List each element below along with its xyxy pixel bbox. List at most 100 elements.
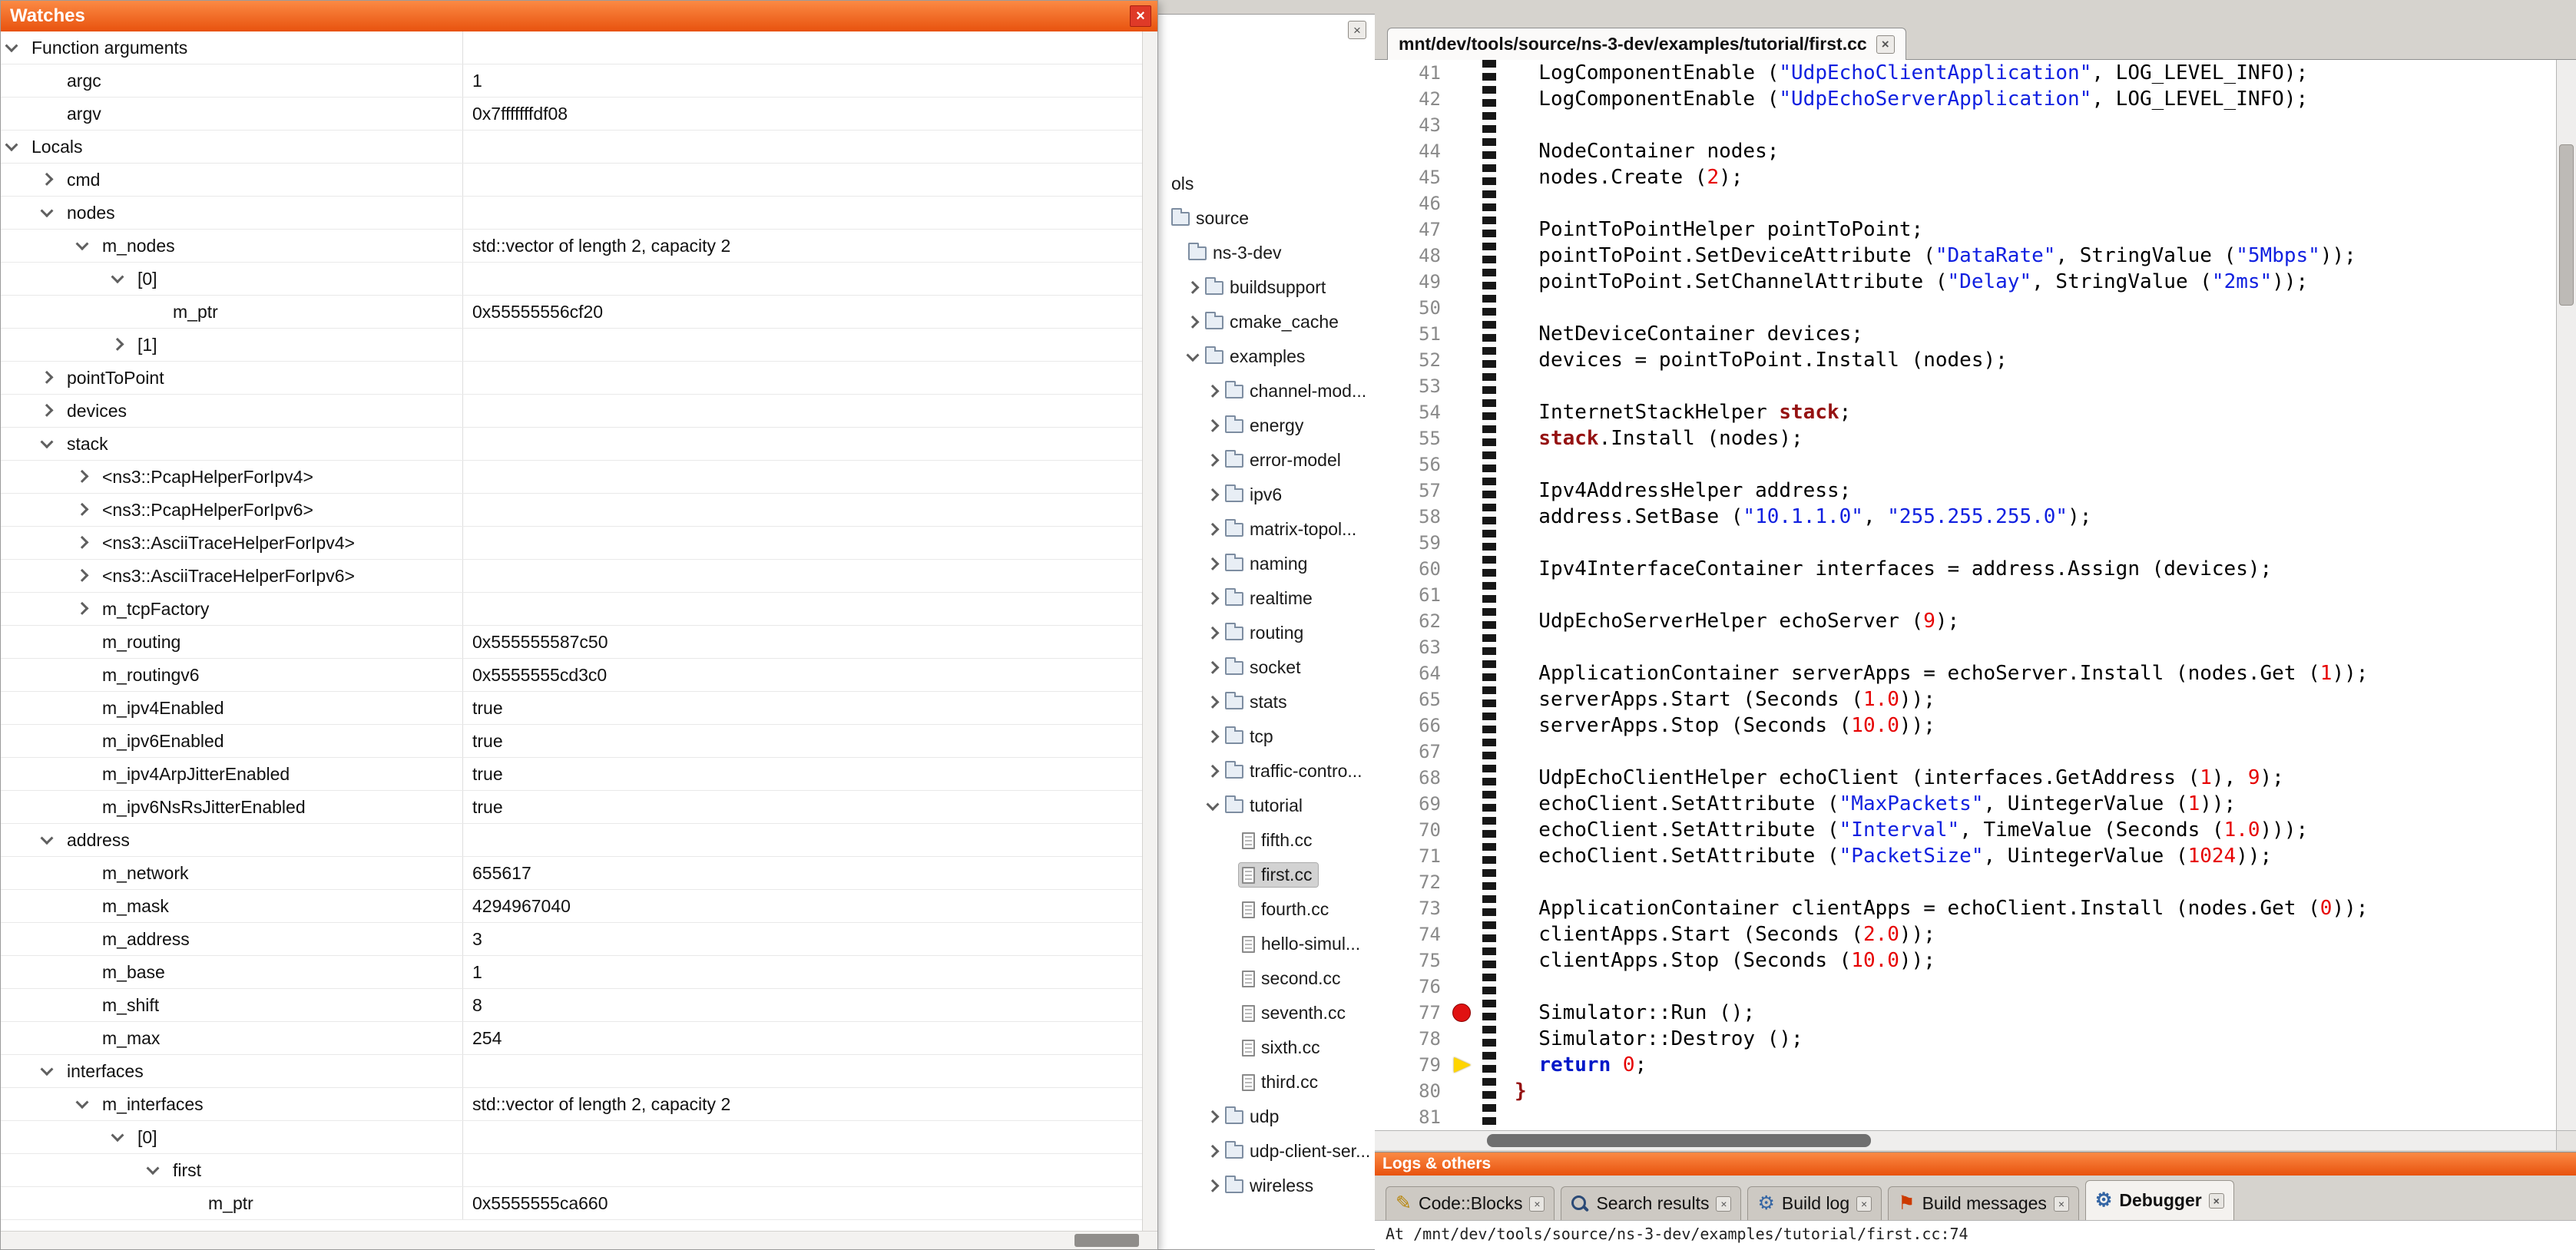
breakpoint-margin[interactable] (1449, 947, 1476, 974)
breakpoint-margin[interactable] (1449, 243, 1476, 269)
expand-icon[interactable] (1207, 522, 1220, 535)
tree-item-row[interactable]: cmake_cache (1202, 310, 1345, 334)
breakpoint-margin[interactable] (1449, 217, 1476, 243)
editor-horizontal-scrollbar[interactable] (1375, 1130, 2556, 1150)
tree-item[interactable]: tcp (1157, 719, 1376, 754)
tree-item-row[interactable]: first.cc (1239, 863, 1318, 887)
tree-item-row[interactable]: ns-3-dev (1185, 241, 1287, 265)
tab-search-results[interactable]: Search results× (1561, 1186, 1741, 1220)
tab-code-blocks[interactable]: ✎Code::Blocks× (1386, 1186, 1555, 1220)
tree-expander[interactable] (1205, 452, 1222, 469)
breakpoint-margin[interactable] (1449, 582, 1476, 608)
collapse-icon[interactable] (5, 138, 18, 151)
tab-debugger[interactable]: ⚙Debugger× (2085, 1180, 2234, 1220)
tree-expander[interactable] (1205, 383, 1222, 400)
tree-item-row[interactable]: stats (1222, 690, 1293, 714)
breakpoint-margin[interactable] (1449, 974, 1476, 1000)
watch-row[interactable]: <ns3::AsciiTraceHelperForIpv6> (1, 560, 1142, 593)
expand-icon[interactable] (1207, 418, 1220, 432)
breakpoint-margin[interactable] (1449, 634, 1476, 660)
collapse-icon[interactable] (1187, 349, 1200, 362)
tree-item[interactable]: source (1157, 201, 1376, 236)
watch-row[interactable]: pointToPoint (1, 362, 1142, 395)
expand-icon[interactable] (1207, 453, 1220, 466)
tree-item-row[interactable]: second.cc (1239, 967, 1347, 990)
tree-item[interactable]: udp-client-ser... (1157, 1134, 1376, 1169)
close-icon[interactable]: × (1529, 1196, 1545, 1212)
tree-item[interactable]: routing (1157, 616, 1376, 650)
tab-build-messages[interactable]: ⚑Build messages× (1888, 1186, 2079, 1220)
watch-row[interactable]: nodes (1, 197, 1142, 230)
watch-row[interactable]: m_network655617 (1, 857, 1142, 890)
breakpoint-margin[interactable] (1449, 530, 1476, 556)
tree-expander[interactable] (1185, 314, 1202, 331)
tree-item[interactable]: channel-mod... (1157, 374, 1376, 408)
watch-row[interactable]: [1] (1, 329, 1142, 362)
collapse-icon[interactable] (1207, 798, 1220, 811)
watch-row[interactable]: address (1, 824, 1142, 857)
watch-row[interactable]: argc1 (1, 64, 1142, 98)
tree-item-row[interactable]: udp-client-ser... (1222, 1139, 1376, 1163)
watches-title-bar[interactable]: Watches × (1, 1, 1157, 31)
tree-expander[interactable] (1205, 1143, 1222, 1160)
collapse-icon[interactable] (147, 1162, 160, 1175)
tree-item[interactable]: fourth.cc (1157, 892, 1376, 927)
breakpoint-margin[interactable] (1449, 190, 1476, 217)
tree-item-row[interactable]: ipv6 (1222, 483, 1288, 507)
breakpoint-margin[interactable] (1449, 608, 1476, 634)
collapse-icon[interactable] (111, 1129, 124, 1142)
breakpoint-margin[interactable] (1449, 478, 1476, 504)
close-icon[interactable]: × (1856, 1196, 1872, 1212)
tree-item-row[interactable]: sixth.cc (1239, 1036, 1326, 1060)
tab-build-log[interactable]: ⚙Build log× (1747, 1186, 1882, 1220)
collapse-icon[interactable] (76, 1096, 89, 1109)
expand-icon[interactable] (76, 503, 89, 516)
scrollbar-thumb[interactable] (1074, 1234, 1139, 1247)
tree-item-row[interactable]: udp (1222, 1105, 1285, 1129)
watch-row[interactable]: first (1, 1154, 1142, 1187)
watch-row[interactable]: m_mask4294967040 (1, 890, 1142, 923)
tree-expander[interactable] (1205, 763, 1222, 780)
collapse-icon[interactable] (41, 435, 54, 448)
tree-item-row[interactable]: tcp (1222, 725, 1280, 749)
tree-item[interactable]: error-model (1157, 443, 1376, 478)
close-icon[interactable]: × (1716, 1196, 1731, 1212)
tree-expander[interactable] (1205, 521, 1222, 538)
breakpoint-margin[interactable] (1449, 817, 1476, 843)
tree-item-row[interactable]: seventh.cc (1239, 1001, 1352, 1025)
breakpoint-margin[interactable] (1449, 373, 1476, 399)
breakpoint-margin[interactable] (1449, 921, 1476, 947)
expand-icon[interactable] (76, 536, 89, 549)
expand-icon[interactable] (1187, 280, 1200, 293)
breakpoint-margin[interactable] (1449, 1026, 1476, 1052)
watch-row[interactable]: [0] (1, 263, 1142, 296)
close-icon[interactable]: × (2054, 1196, 2069, 1212)
tree-item-row[interactable]: ols (1168, 172, 1200, 196)
tree-item-row[interactable]: examples (1202, 345, 1311, 369)
tree-item[interactable]: realtime (1157, 581, 1376, 616)
tree-item[interactable]: fifth.cc (1157, 823, 1376, 858)
breakpoint-margin[interactable] (1449, 321, 1476, 347)
watch-row[interactable]: Function arguments (1, 31, 1142, 64)
tree-item-row[interactable]: traffic-contro... (1222, 759, 1369, 783)
tree-item[interactable]: second.cc (1157, 961, 1376, 996)
tree-item[interactable]: ipv6 (1157, 478, 1376, 512)
breakpoint-margin[interactable] (1449, 1052, 1476, 1078)
tree-expander[interactable] (1205, 694, 1222, 711)
breakpoint-margin[interactable] (1449, 1078, 1476, 1104)
watch-row[interactable]: <ns3::PcapHelperForIpv6> (1, 494, 1142, 527)
tree-item[interactable]: energy (1157, 408, 1376, 443)
watch-row[interactable]: interfaces (1, 1055, 1142, 1088)
watch-row[interactable]: m_ipv4ArpJitterEnabledtrue (1, 758, 1142, 791)
expand-icon[interactable] (1207, 557, 1220, 570)
expand-icon[interactable] (1207, 764, 1220, 777)
tree-item[interactable]: cmake_cache (1157, 305, 1376, 339)
watch-row[interactable]: m_routing0x555555587c50 (1, 626, 1142, 659)
tree-item-row[interactable]: naming (1222, 552, 1313, 576)
tree-item-row[interactable]: buildsupport (1202, 276, 1332, 299)
logs-panel-header[interactable]: Logs & others (1375, 1152, 2576, 1176)
watch-row[interactable]: <ns3::PcapHelperForIpv4> (1, 461, 1142, 494)
expand-icon[interactable] (76, 569, 89, 582)
breakpoint-margin[interactable] (1449, 1104, 1476, 1130)
tree-item-row[interactable]: wireless (1222, 1174, 1319, 1198)
